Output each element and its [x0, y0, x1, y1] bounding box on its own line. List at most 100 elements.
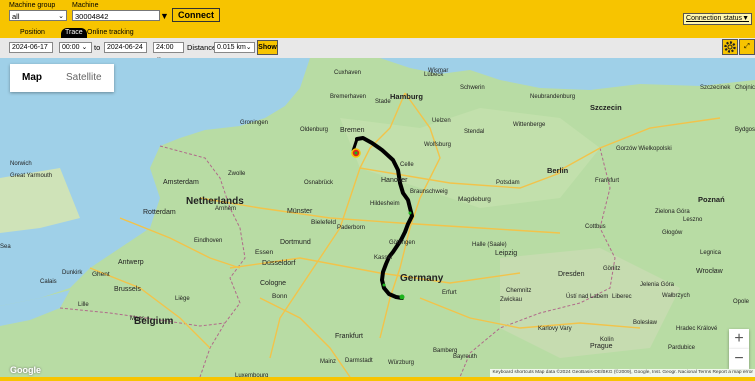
svg-text:Wolfsburg: Wolfsburg	[424, 142, 451, 148]
svg-text:Frankfurt: Frankfurt	[335, 333, 363, 340]
land-patch-czech	[500, 248, 680, 358]
svg-text:Mons: Mons	[130, 316, 145, 322]
svg-text:Darmstadt: Darmstadt	[345, 358, 373, 364]
svg-text:Stade: Stade	[375, 99, 391, 105]
svg-text:Cologne: Cologne	[260, 280, 286, 287]
svg-text:Magdeburg: Magdeburg	[458, 196, 491, 203]
svg-text:Ghent: Ghent	[92, 271, 110, 278]
tab-online-tracking[interactable]: Online tracking	[83, 28, 138, 38]
svg-text:Bolesław: Bolesław	[633, 320, 658, 326]
svg-text:Osnabrück: Osnabrück	[304, 180, 334, 186]
to-label: to	[94, 43, 101, 52]
machine-group-select[interactable]: all ⌄	[9, 10, 67, 21]
svg-text:Sea: Sea	[0, 244, 11, 250]
map-type-satellite-button[interactable]: Satellite	[54, 64, 114, 92]
svg-text:Potsdam: Potsdam	[496, 180, 520, 186]
svg-text:Göttingen: Göttingen	[389, 240, 415, 246]
svg-text:Dresden: Dresden	[558, 271, 585, 278]
map-attribution[interactable]: Keyboard shortcuts Map data ©2024 GeoBas…	[490, 369, 755, 377]
svg-text:Great Yarmouth: Great Yarmouth	[10, 173, 52, 179]
google-logo[interactable]: Google	[10, 365, 41, 375]
chevron-down-icon: ⌄	[58, 13, 64, 20]
svg-text:Frankfurt: Frankfurt	[595, 178, 619, 184]
map-view[interactable]: Netherlands Germany Belgium Hamburg Brem…	[0, 58, 755, 377]
svg-text:Gorzów Wielkopolski: Gorzów Wielkopolski	[616, 146, 672, 152]
svg-text:Norwich: Norwich	[10, 161, 32, 167]
date-to-input[interactable]: 2024-06-24	[104, 42, 147, 53]
svg-text:Erfurt: Erfurt	[442, 290, 457, 296]
svg-text:Amsterdam: Amsterdam	[163, 179, 199, 186]
svg-text:Bydgoszcz: Bydgoszcz	[735, 127, 755, 133]
svg-text:Liège: Liège	[175, 296, 190, 302]
svg-text:Halle (Saale): Halle (Saale)	[472, 242, 507, 248]
svg-text:Jelenia Góra: Jelenia Góra	[640, 282, 675, 288]
svg-text:Dortmund: Dortmund	[280, 239, 311, 246]
svg-text:Hildesheim: Hildesheim	[370, 201, 400, 207]
svg-text:Lille: Lille	[78, 302, 89, 308]
svg-text:Schwerin: Schwerin	[460, 85, 485, 91]
zoom-in-button[interactable]: +	[729, 329, 749, 349]
svg-text:Rotterdam: Rotterdam	[143, 209, 176, 216]
svg-text:Opole: Opole	[733, 299, 750, 305]
time-to-value: 24:00	[156, 44, 174, 51]
machine-value: 30004842	[75, 12, 109, 21]
svg-text:Zwolle: Zwolle	[228, 171, 246, 177]
time-from-select[interactable]: 00:00 ⌄	[59, 42, 92, 53]
svg-text:Berlin: Berlin	[547, 166, 569, 175]
distance-value: 0.015 km	[217, 44, 246, 51]
svg-text:Bremerhaven: Bremerhaven	[330, 94, 366, 100]
svg-text:Hradec Králové: Hradec Králové	[676, 326, 718, 332]
svg-text:Cottbus: Cottbus	[585, 224, 606, 230]
tab-position[interactable]: Position	[16, 28, 49, 38]
gear-icon	[724, 41, 736, 53]
svg-text:Braunschweig: Braunschweig	[410, 189, 448, 195]
svg-text:Szczecinek: Szczecinek	[700, 85, 731, 91]
svg-text:Chojnice: Chojnice	[735, 85, 755, 91]
tab-bar: Position Trace Online tracking	[0, 28, 755, 38]
stop-marker[interactable]	[382, 283, 386, 287]
distance-label: Distance	[187, 43, 217, 52]
svg-text:Ústí nad Labem: Ústí nad Labem	[566, 293, 608, 300]
svg-text:Prague: Prague	[590, 343, 613, 350]
svg-text:Dunkirk: Dunkirk	[62, 270, 83, 276]
settings-button[interactable]	[722, 39, 738, 55]
svg-text:Uelzen: Uelzen	[432, 118, 451, 124]
svg-text:Cuxhaven: Cuxhaven	[334, 70, 361, 76]
svg-text:Wrocław: Wrocław	[696, 268, 724, 275]
svg-text:Görlitz: Görlitz	[603, 266, 620, 272]
start-marker[interactable]	[354, 151, 358, 155]
svg-text:Stendal: Stendal	[464, 129, 484, 135]
map-type-map-button[interactable]: Map	[10, 64, 54, 92]
svg-text:Bayreuth: Bayreuth	[453, 354, 477, 360]
expand-icon: ⤢	[744, 43, 750, 50]
connection-status-button[interactable]: Connection status▼	[683, 13, 752, 25]
machine-select[interactable]: 30004842	[72, 10, 160, 21]
svg-text:Kolín: Kolín	[600, 337, 614, 343]
svg-text:Arnhem: Arnhem	[215, 206, 236, 212]
svg-text:Wismar: Wismar	[428, 68, 448, 74]
svg-text:Brussels: Brussels	[114, 286, 141, 293]
svg-text:Essen: Essen	[255, 249, 273, 256]
bottom-bar	[0, 377, 755, 381]
date-from-input[interactable]: 2024-06-17	[9, 42, 53, 53]
machine-dropdown-arrow-icon[interactable]: ▼	[160, 11, 169, 21]
map-canvas[interactable]: Netherlands Germany Belgium Hamburg Brem…	[0, 58, 755, 377]
machine-label: Machine	[72, 2, 99, 9]
svg-text:Neubrandenburg: Neubrandenburg	[530, 94, 575, 100]
svg-text:Groningen: Groningen	[240, 120, 268, 126]
fullscreen-button[interactable]: ⤢	[739, 39, 755, 55]
time-to-select[interactable]: 24:00 ⌄	[153, 42, 184, 61]
zoom-out-button[interactable]: −	[729, 349, 749, 369]
stop-marker[interactable]	[408, 211, 412, 215]
end-marker[interactable]	[399, 294, 405, 300]
top-toolbar: Machine group all ⌄ Machine 30004842 ▼ C…	[0, 0, 755, 28]
svg-text:Hamburg: Hamburg	[390, 92, 423, 101]
svg-text:Kassel: Kassel	[374, 255, 392, 261]
land-patch	[340, 108, 600, 208]
svg-text:Wałbrzych: Wałbrzych	[662, 293, 690, 299]
show-button[interactable]: Show	[257, 40, 278, 55]
svg-text:Hanover: Hanover	[381, 177, 408, 184]
distance-select[interactable]: 0.015 km⌄	[214, 42, 255, 53]
svg-text:Würzburg: Würzburg	[388, 360, 414, 366]
connect-button[interactable]: Connect	[172, 8, 220, 22]
